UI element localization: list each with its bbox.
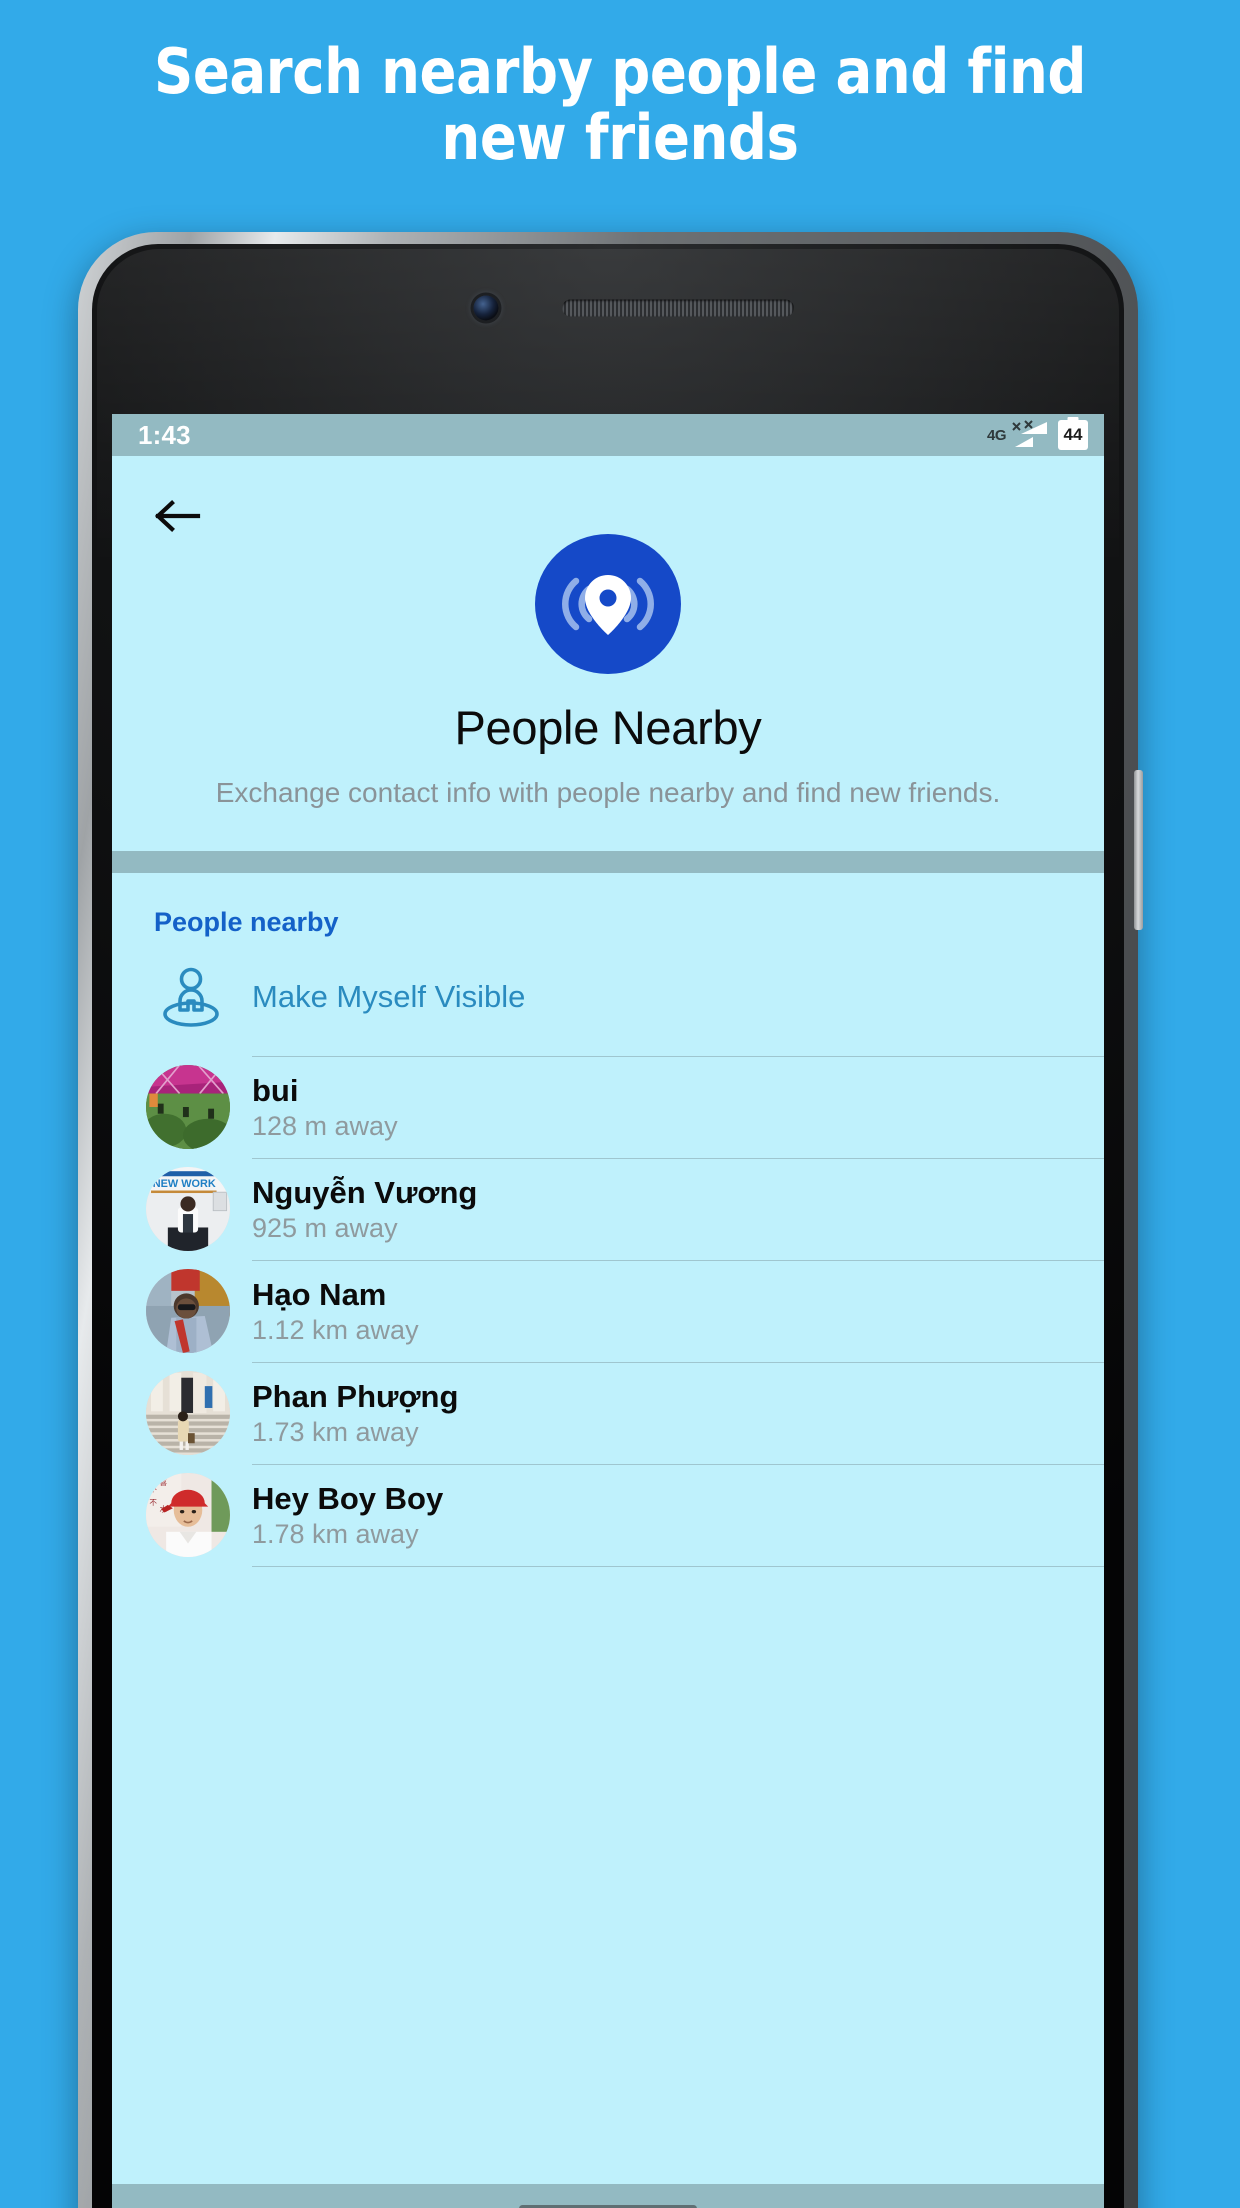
earpiece-speaker-icon [562, 299, 794, 317]
section-divider [112, 850, 1104, 873]
person-name: bui [252, 1072, 299, 1108]
promo-banner: Search nearby people and find new friend… [0, 0, 1240, 210]
battery-indicator: 44 [1058, 420, 1088, 450]
svg-text:喜: 喜 [159, 1477, 167, 1487]
status-icon-group: 4G 44 [987, 420, 1088, 450]
system-navigation-bar [112, 2184, 1104, 2208]
person-distance: 1.12 km away [252, 1315, 419, 1346]
person-row[interactable]: Hạo Nam 1.12 km away [112, 1259, 1104, 1362]
person-name: Hey Boy Boy [252, 1480, 444, 1516]
person-distance: 1.73 km away [252, 1417, 419, 1448]
hero-subtitle: Exchange contact info with people nearby… [215, 777, 1001, 808]
person-name: Nguyễn Vương [252, 1174, 478, 1210]
person-info: Phan Phượng 1.73 km away [252, 1361, 1104, 1464]
person-info: Hey Boy Boy 1.78 km away [252, 1463, 1104, 1566]
person-row[interactable]: bui 128 m away [112, 1055, 1104, 1158]
panel-title: People nearby [154, 906, 339, 937]
avatar [146, 1064, 230, 1149]
front-camera-icon [473, 295, 499, 321]
avatar [146, 1268, 230, 1353]
make-myself-visible-row[interactable]: Make Myself Visible [154, 938, 1104, 1056]
person-row[interactable]: Phan Phượng 1.73 km away [112, 1361, 1104, 1464]
person-name: Hạo Nam [252, 1276, 387, 1312]
avatar: 不不 喜水 [146, 1472, 230, 1557]
network-type-label: 4G [986, 426, 1007, 444]
phone-sensor-cluster [78, 290, 1138, 326]
people-nearby-panel: People nearby Make Myself Visible bui 12… [112, 872, 1104, 2184]
avatar: NEW WORK [146, 1166, 230, 1251]
status-time: 1:43 [138, 419, 191, 450]
person-distance: 128 m away [252, 1111, 398, 1142]
hero-title: People Nearby [454, 701, 762, 754]
phone-mockup: 1:43 4G 44 People Nearby Exchange contac… [78, 232, 1143, 2208]
person-row[interactable]: 不不 喜水 Hey Boy Boy1.78 km away [112, 1463, 1104, 1566]
avatar [146, 1370, 230, 1455]
svg-text:不: 不 [149, 1498, 157, 1507]
person-name: Phan Phượng [252, 1378, 459, 1414]
people-list: bui 128 m away NEW WORK Nguyễn Vương 925 m… [112, 1055, 1104, 1566]
home-gesture-pill[interactable] [519, 2204, 697, 2208]
phone-screen: 1:43 4G 44 People Nearby Exchange contac… [112, 414, 1104, 2208]
person-info: Hạo Nam 1.12 km away [252, 1259, 1104, 1362]
list-bottom-divider [252, 1565, 1104, 1567]
signal-bars-icon [1012, 420, 1047, 447]
phone-side-button[interactable] [1134, 770, 1143, 930]
promo-headline: Search nearby people and find new friend… [154, 35, 1086, 174]
person-location-icon [154, 964, 238, 1030]
make-myself-visible-label: Make Myself Visible [252, 978, 526, 1014]
people-nearby-radar-icon [535, 534, 681, 674]
status-bar: 1:43 4G 44 [112, 414, 1104, 456]
svg-text:NEW WORK: NEW WORK [153, 1178, 216, 1190]
svg-text:不: 不 [149, 1484, 157, 1493]
back-button[interactable] [150, 492, 206, 540]
hero-logo-wrap [112, 534, 1104, 674]
person-row[interactable]: NEW WORK Nguyễn Vương 925 m away [112, 1157, 1104, 1260]
person-distance: 1.78 km away [252, 1519, 419, 1550]
person-distance: 925 m away [252, 1213, 398, 1244]
back-arrow-icon [154, 500, 201, 532]
hero-section: People Nearby Exchange contact info with… [112, 456, 1104, 851]
person-info: bui 128 m away [252, 1055, 1104, 1158]
person-info: Nguyễn Vương 925 m away [252, 1157, 1104, 1260]
